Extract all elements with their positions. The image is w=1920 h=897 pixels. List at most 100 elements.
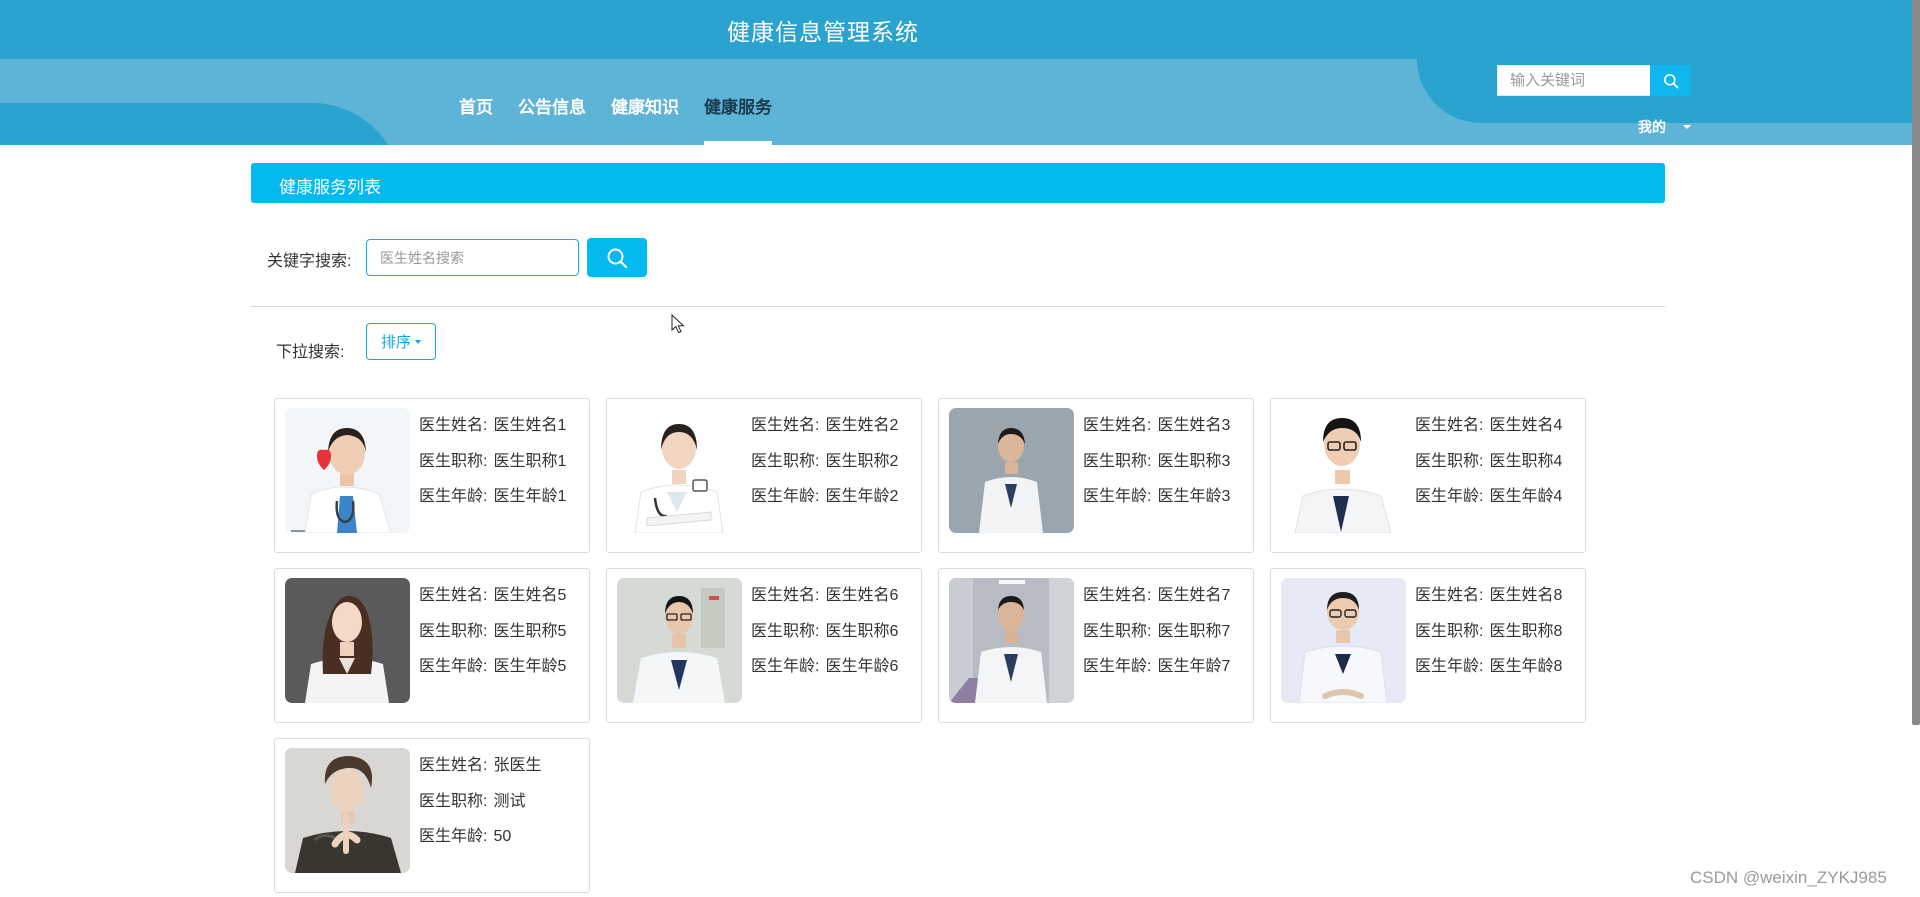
vertical-scrollbar[interactable] [1912,0,1920,725]
main-nav: 首页 公告信息 健康知识 健康服务 [459,59,797,145]
doctor-card[interactable]: 医生姓名: 医生姓名6 医生职称: 医生职称6 医生年龄: 医生年龄6 [606,568,922,723]
doctor-name-label: 医生姓名: [419,587,488,604]
doctor-title-label: 医生职称: [1415,622,1484,640]
doctor-card-grid: 医生姓名: 医生姓名1 医生职称: 医生职称1 医生年龄: 医生年龄1 医生姓名: 医生… [274,398,1594,893]
doctor-photo [285,578,410,703]
doctor-photo [617,578,742,703]
doctor-photo [617,408,742,533]
doctor-name-label: 医生姓名: [1083,417,1152,434]
doctor-name: 医生姓名7 [1157,587,1231,604]
caret-down-icon [1683,125,1691,129]
doctor-title-label: 医生职称: [1083,452,1152,470]
doctor-info: 医生姓名: 医生姓名8 医生职称: 医生职称8 医生年龄: 医生年龄8 [1415,578,1562,685]
search-icon [1663,73,1678,88]
section-title-bar: 健康服务列表 [251,163,1665,203]
doctor-name-label: 医生姓名: [1415,417,1484,434]
keyword-search-label: 关键字搜索: [267,253,352,270]
sort-label: 排序 [380,334,411,351]
divider [251,306,1665,307]
mouse-cursor-icon [671,314,685,334]
doctor-name: 医生姓名1 [493,417,567,434]
doctor-age-label: 医生年龄: [1083,658,1152,675]
doctor-info: 医生姓名: 医生姓名2 医生职称: 医生职称2 医生年龄: 医生年龄2 [751,408,898,515]
doctor-age-label: 医生年龄: [1415,658,1484,675]
doctor-card[interactable]: 医生姓名: 医生姓名4 医生职称: 医生职称4 医生年龄: 医生年龄4 [1270,398,1586,553]
doctor-info: 医生姓名: 医生姓名4 医生职称: 医生职称4 医生年龄: 医生年龄4 [1415,408,1562,515]
doctor-title: 医生职称1 [493,452,567,470]
doctor-name: 医生姓名4 [1489,417,1563,434]
doctor-name-label: 医生姓名: [419,757,488,774]
doctor-photo [1281,408,1406,533]
caret-down-icon [415,339,421,344]
doctor-age: 医生年龄7 [1157,658,1231,675]
doctor-info: 医生姓名: 医生姓名1 医生职称: 医生职称1 医生年龄: 医生年龄1 [419,408,566,515]
doctor-card[interactable]: 医生姓名: 医生姓名7 医生职称: 医生职称7 医生年龄: 医生年龄7 [938,568,1254,723]
sort-dropdown-button[interactable]: 排序 [366,323,436,360]
doctor-card[interactable]: 医生姓名: 医生姓名8 医生职称: 医生职称8 医生年龄: 医生年龄8 [1270,568,1586,723]
doctor-name-search-input[interactable] [366,239,579,276]
doctor-age-label: 医生年龄: [419,488,488,505]
doctor-photo [1281,578,1406,703]
user-menu[interactable]: 我的 [1638,117,1691,137]
doctor-name: 医生姓名3 [1157,417,1231,434]
doctor-info: 医生姓名: 张医生 医生职称: 测试 医生年龄: 50 [419,748,541,855]
doctor-info: 医生姓名: 医生姓名3 医生职称: 医生职称3 医生年龄: 医生年龄3 [1083,408,1230,515]
header-search-button[interactable] [1650,65,1691,96]
doctor-card[interactable]: 医生姓名: 医生姓名1 医生职称: 医生职称1 医生年龄: 医生年龄1 [274,398,590,553]
doctor-info: 医生姓名: 医生姓名7 医生职称: 医生职称7 医生年龄: 医生年龄7 [1083,578,1230,685]
doctor-age-label: 医生年龄: [419,828,488,845]
doctor-name: 医生姓名6 [825,587,899,604]
doctor-age: 医生年龄5 [493,658,567,675]
doctor-title: 医生职称6 [825,622,899,640]
doctor-name-label: 医生姓名: [1415,587,1484,604]
doctor-title: 医生职称5 [493,622,567,640]
dropdown-search-label: 下拉搜索: [276,344,345,361]
doctor-age-label: 医生年龄: [419,658,488,675]
doctor-title-label: 医生职称: [751,452,820,470]
doctor-photo [949,578,1074,703]
nav-home[interactable]: 首页 [459,59,493,145]
doctor-name: 医生姓名8 [1489,587,1563,604]
doctor-age: 医生年龄4 [1489,488,1563,505]
doctor-info: 医生姓名: 医生姓名6 医生职称: 医生职称6 医生年龄: 医生年龄6 [751,578,898,685]
site-title: 健康信息管理系统 [727,19,919,45]
nav-announcements[interactable]: 公告信息 [518,59,586,145]
doctor-age-label: 医生年龄: [1083,488,1152,505]
doctor-age: 医生年龄8 [1489,658,1563,675]
top-header-bar: 健康信息管理系统 [0,0,1920,59]
doctor-name: 医生姓名2 [825,417,899,434]
doctor-age: 医生年龄3 [1157,488,1231,505]
doctor-photo [949,408,1074,533]
doctor-age-label: 医生年龄: [751,658,820,675]
section-title: 健康服务列表 [279,178,381,197]
doctor-title: 医生职称7 [1157,622,1231,640]
doctor-title-label: 医生职称: [1415,452,1484,470]
doctor-name-label: 医生姓名: [751,587,820,604]
doctor-title: 医生职称8 [1489,622,1563,640]
doctor-photo [285,748,410,873]
user-menu-label: 我的 [1638,119,1666,135]
keyword-search-button[interactable] [587,238,647,277]
doctor-card[interactable]: 医生姓名: 医生姓名5 医生职称: 医生职称5 医生年龄: 医生年龄5 [274,568,590,723]
doctor-name: 张医生 [493,757,542,774]
watermark: CSDN @weixin_ZYKJ985 [1690,868,1887,887]
header-search [1497,65,1691,96]
doctor-card[interactable]: 医生姓名: 医生姓名3 医生职称: 医生职称3 医生年龄: 医生年龄3 [938,398,1254,553]
doctor-name: 医生姓名5 [493,587,567,604]
doctor-card[interactable]: 医生姓名: 医生姓名2 医生职称: 医生职称2 医生年龄: 医生年龄2 [606,398,922,553]
doctor-title-label: 医生职称: [1083,622,1152,640]
nav-health-service[interactable]: 健康服务 [704,59,772,145]
doctor-title-label: 医生职称: [419,622,488,640]
doctor-info: 医生姓名: 医生姓名5 医生职称: 医生职称5 医生年龄: 医生年龄5 [419,578,566,685]
doctor-age-label: 医生年龄: [1415,488,1484,505]
doctor-title: 医生职称3 [1157,452,1231,470]
doctor-title-label: 医生职称: [419,452,488,470]
doctor-title: 医生职称2 [825,452,899,470]
doctor-age: 医生年龄2 [825,488,899,505]
nav-health-knowledge[interactable]: 健康知识 [611,59,679,145]
doctor-photo [285,408,410,533]
doctor-age: 50 [493,828,512,845]
doctor-title-label: 医生职称: [751,622,820,640]
doctor-card[interactable]: 医生姓名: 张医生 医生职称: 测试 医生年龄: 50 [274,738,590,893]
header-search-input[interactable] [1497,65,1650,96]
